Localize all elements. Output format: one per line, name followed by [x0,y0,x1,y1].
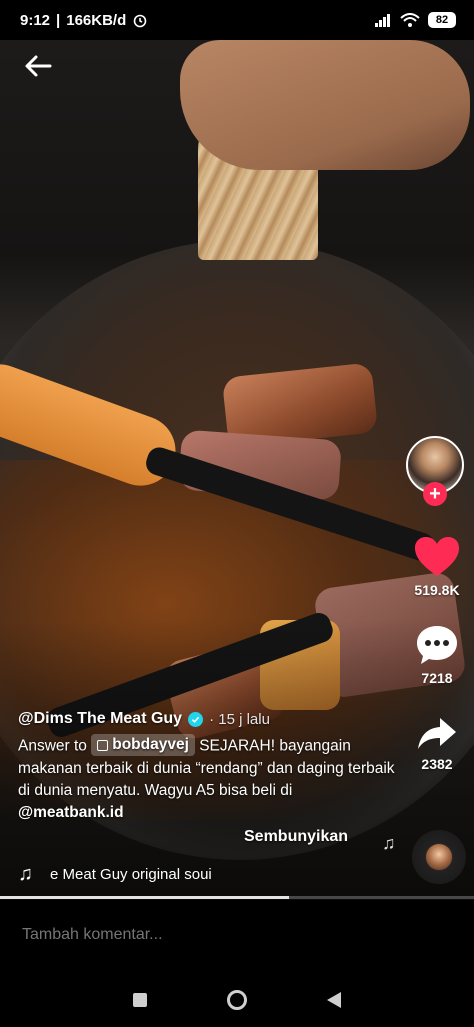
music-ticker[interactable]: ♫ e Meat Guy original soui [18,862,258,886]
caption-link[interactable]: @meatbank.id [18,804,124,821]
alarm-icon [133,14,147,28]
share-count: 2382 [421,756,453,772]
heart-icon [415,537,459,576]
comment-count: 7218 [421,670,453,686]
like-button[interactable]: 519.8K [405,536,469,598]
reply-icon [97,739,109,751]
back-button[interactable] [327,991,341,1008]
reply-mention-tag[interactable]: bobdayvej [91,734,195,756]
back-arrow-icon[interactable] [22,52,54,80]
comment-icon [417,626,457,664]
hide-caption-button[interactable]: Sembunyikan [244,828,348,846]
wifi-icon [400,13,420,27]
video-progress-fill [0,896,290,899]
music-disc[interactable] [412,830,466,884]
signal-icon [375,14,390,27]
system-nav-bar [0,972,474,1027]
video-progress-bar[interactable] [0,896,474,899]
post-time: · 15 j lalu [209,710,270,728]
follow-plus-button[interactable]: + [423,482,447,506]
mention-username: bobdayvej [112,736,189,753]
comment-input[interactable] [22,926,322,944]
share-button[interactable]: 2382 [405,716,469,772]
share-arrow-icon [418,718,456,749]
like-count: 519.8K [414,582,460,598]
music-icon: ♫ [18,862,33,885]
caption-text: Answer to bobdayvej SEJARAH! bayangain m… [18,734,398,824]
caption-prefix: Answer to [18,737,87,755]
status-bar: 9:12 | 166KB/d 82 [0,0,474,40]
home-button[interactable] [227,989,247,1010]
verified-badge-icon [188,711,204,727]
video-frame-hand [180,40,470,170]
comment-button[interactable]: 7218 [405,624,469,686]
status-time: 9:12 [20,11,51,29]
comment-bar [0,900,474,972]
music-title: e Meat Guy original soui [50,865,212,883]
music-disc-avatar [426,844,452,870]
network-speed: 166KB/d [66,11,127,29]
music-note-icon: ♫ [382,833,396,853]
author-name[interactable]: @Dims The Meat Guy [18,710,182,728]
caption-block: @Dims The Meat Guy · 15 j lalu Answer to… [18,710,398,845]
battery-icon: 82 [428,12,456,28]
recents-button[interactable] [133,992,147,1007]
